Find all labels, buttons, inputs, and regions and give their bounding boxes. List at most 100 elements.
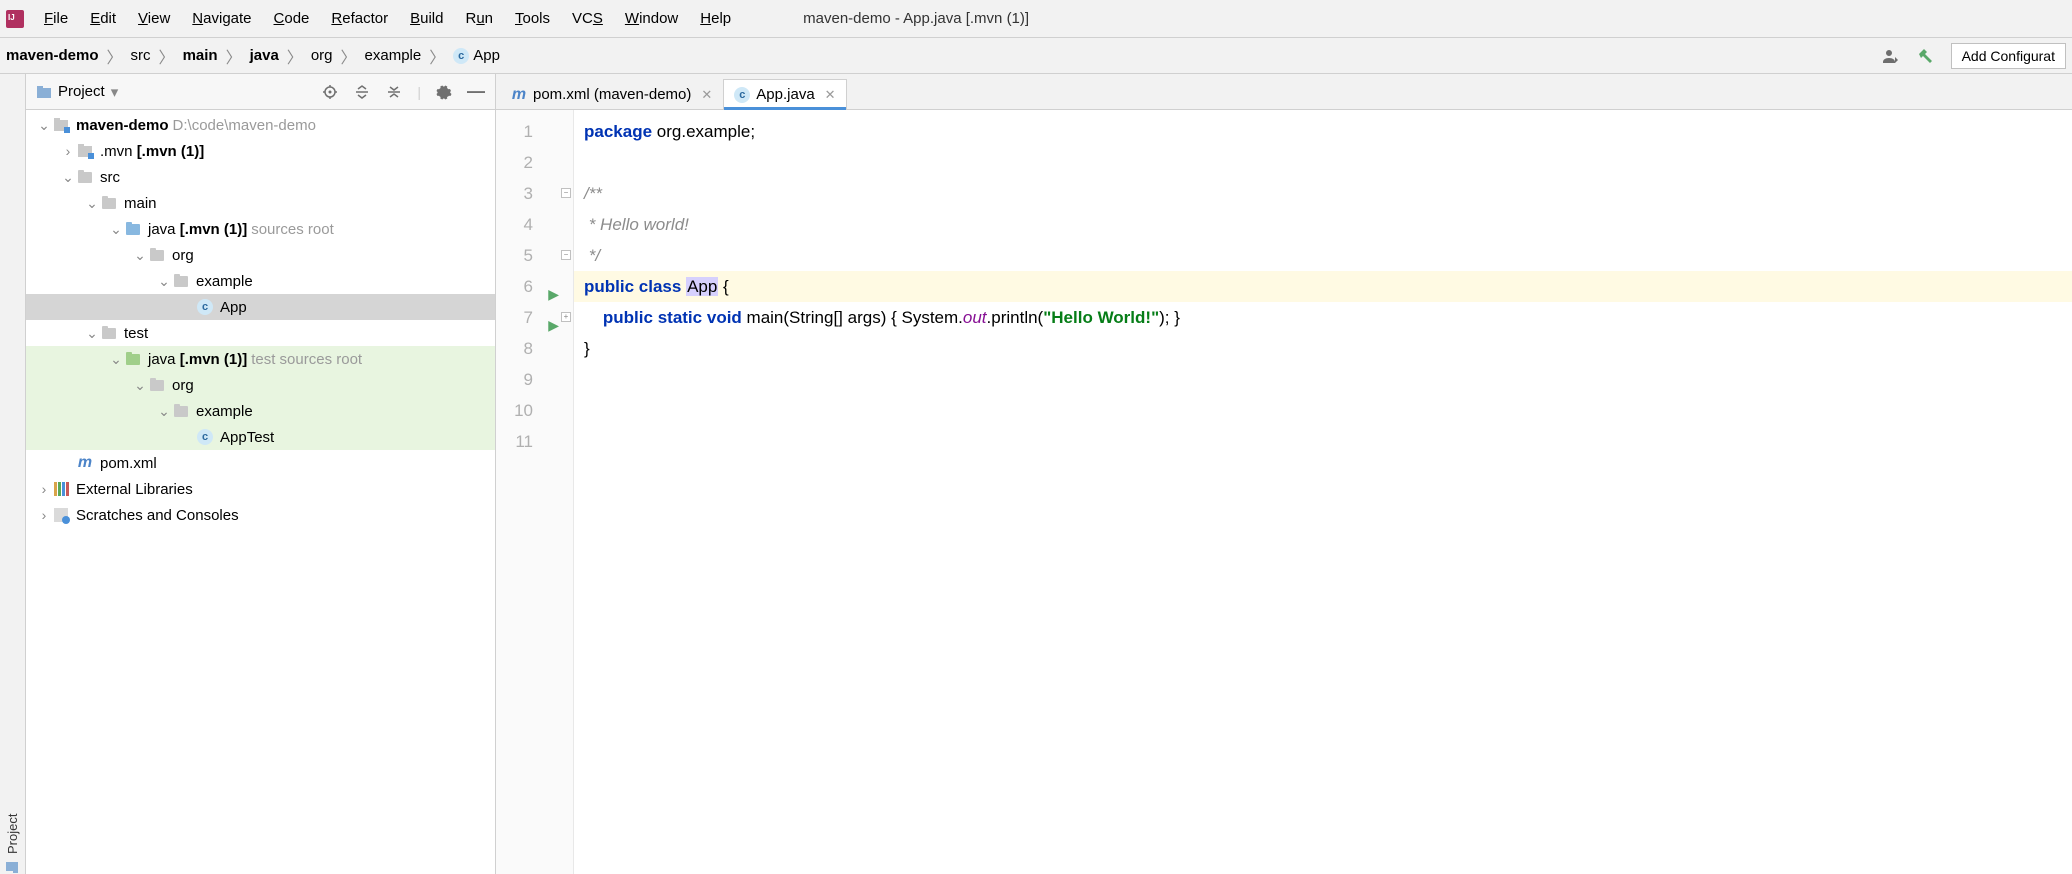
line-number[interactable]: 11 xyxy=(496,426,573,457)
folder-icon xyxy=(150,250,164,261)
line-number[interactable]: 3− xyxy=(496,178,573,209)
code-editor[interactable]: 1 2 3− 4 5− 6▶ 7▶+ 8 9 10 11 package org… xyxy=(496,110,2072,874)
tree-test[interactable]: ⌄ test xyxy=(26,320,495,346)
menu-bar: File Edit View Navigate Code Refactor Bu… xyxy=(0,0,2072,38)
line-number[interactable]: 8 xyxy=(496,333,573,364)
chevron-down-icon[interactable]: ⌄ xyxy=(156,273,172,290)
line-number[interactable]: 4 xyxy=(496,209,573,240)
breadcrumb-src[interactable]: src xyxy=(131,47,151,64)
expand-all-icon[interactable] xyxy=(353,83,371,101)
breadcrumb-sep: 〉 xyxy=(285,44,305,68)
chevron-down-icon[interactable]: ⌄ xyxy=(108,351,124,368)
project-tool-tab[interactable]: Project xyxy=(5,98,20,874)
code-line[interactable] xyxy=(574,364,2072,395)
menu-file[interactable]: File xyxy=(34,6,78,31)
line-number[interactable]: 1 xyxy=(496,116,573,147)
tree-example-main[interactable]: ⌄ example xyxy=(26,268,495,294)
chevron-down-icon[interactable]: ⌄ xyxy=(36,117,52,134)
tree-src[interactable]: ⌄ src xyxy=(26,164,495,190)
line-number[interactable]: 2 xyxy=(496,147,573,178)
code-line[interactable] xyxy=(574,395,2072,426)
menu-refactor[interactable]: Refactor xyxy=(321,6,398,31)
class-icon: c xyxy=(197,429,213,445)
chevron-down-icon[interactable]: ⌄ xyxy=(84,195,100,212)
menu-navigate[interactable]: Navigate xyxy=(182,6,261,31)
menu-build[interactable]: Build xyxy=(400,6,453,31)
breadcrumb: maven-demo 〉 src 〉 main 〉 java 〉 org 〉 e… xyxy=(6,44,500,68)
tree-org-main[interactable]: ⌄ org xyxy=(26,242,495,268)
breadcrumb-root[interactable]: maven-demo xyxy=(6,47,99,64)
breadcrumb-org[interactable]: org xyxy=(311,47,333,64)
code-line[interactable]: * Hello world! xyxy=(574,209,2072,240)
menu-code[interactable]: Code xyxy=(264,6,320,31)
code-line[interactable]: } xyxy=(574,333,2072,364)
menu-vcs[interactable]: VCS xyxy=(562,6,613,31)
menu-tools[interactable]: Tools xyxy=(505,6,560,31)
code-line[interactable]: */ xyxy=(574,240,2072,271)
code-content[interactable]: package org.example; /** * Hello world! … xyxy=(574,110,2072,874)
menu-run[interactable]: Run xyxy=(455,6,503,31)
tree-java-main[interactable]: ⌄ java [.mvn (1)]sources root xyxy=(26,216,495,242)
tab-app[interactable]: c App.java ✕ xyxy=(723,79,846,109)
user-icon[interactable] xyxy=(1879,45,1901,67)
chevron-down-icon[interactable]: ⌄ xyxy=(132,377,148,394)
breadcrumb-example[interactable]: example xyxy=(365,47,422,64)
settings-gear-icon[interactable] xyxy=(435,83,453,101)
code-line[interactable]: public class App { xyxy=(574,271,2072,302)
build-hammer-icon[interactable] xyxy=(1915,45,1937,67)
chevron-down-icon[interactable]: ⌄ xyxy=(84,325,100,342)
chevron-right-icon[interactable]: › xyxy=(36,481,52,497)
add-configuration-button[interactable]: Add Configurat xyxy=(1951,43,2066,69)
fold-icon[interactable]: + xyxy=(561,312,571,322)
tree-external-libraries[interactable]: › External Libraries xyxy=(26,476,495,502)
line-number[interactable]: 9 xyxy=(496,364,573,395)
tree-apptest[interactable]: c AppTest xyxy=(26,424,495,450)
tree-main[interactable]: ⌄ main xyxy=(26,190,495,216)
code-line[interactable]: package org.example; xyxy=(574,116,2072,147)
tab-pom[interactable]: m pom.xml (maven-demo) ✕ xyxy=(500,79,723,109)
tree-app-label: App xyxy=(220,299,247,316)
code-line[interactable]: public static void main(String[] args) {… xyxy=(574,302,2072,333)
tree-org-test[interactable]: ⌄ org xyxy=(26,372,495,398)
tree-example-test[interactable]: ⌄ example xyxy=(26,398,495,424)
editor-area: m pom.xml (maven-demo) ✕ c App.java ✕ 1 … xyxy=(496,74,2072,874)
chevron-down-icon[interactable]: ⌄ xyxy=(108,221,124,238)
close-tab-icon[interactable]: ✕ xyxy=(825,87,836,103)
tree-scratches[interactable]: › Scratches and Consoles xyxy=(26,502,495,528)
code-line[interactable] xyxy=(574,147,2072,178)
tree-mvn[interactable]: › .mvn [.mvn (1)] xyxy=(26,138,495,164)
locate-icon[interactable] xyxy=(321,83,339,101)
menu-view[interactable]: View xyxy=(128,6,180,31)
hide-panel-icon[interactable]: — xyxy=(467,83,485,101)
breadcrumb-java[interactable]: java xyxy=(250,47,279,64)
project-view-icon xyxy=(36,85,52,99)
fold-icon[interactable]: − xyxy=(561,250,571,260)
line-number[interactable]: 10 xyxy=(496,395,573,426)
menu-help[interactable]: Help xyxy=(690,6,741,31)
code-line[interactable]: /** xyxy=(574,178,2072,209)
line-number[interactable]: 6▶ xyxy=(496,271,573,302)
breadcrumb-sep: 〉 xyxy=(339,44,359,68)
menu-edit[interactable]: Edit xyxy=(80,6,126,31)
collapse-all-icon[interactable] xyxy=(385,83,403,101)
chevron-down-icon[interactable]: ⌄ xyxy=(60,169,76,186)
breadcrumb-main[interactable]: main xyxy=(183,47,218,64)
line-number[interactable]: 5− xyxy=(496,240,573,271)
chevron-down-icon[interactable]: ⌄ xyxy=(156,403,172,420)
chevron-right-icon[interactable]: › xyxy=(36,507,52,523)
tree-java-test[interactable]: ⌄ java [.mvn (1)]test sources root xyxy=(26,346,495,372)
tree-root[interactable]: ⌄ maven-demoD:\code\maven-demo xyxy=(26,112,495,138)
close-tab-icon[interactable]: ✕ xyxy=(701,87,712,103)
menu-window[interactable]: Window xyxy=(615,6,688,31)
test-sources-folder-icon xyxy=(126,354,140,365)
chevron-right-icon[interactable]: › xyxy=(60,143,76,159)
tree-pom[interactable]: m pom.xml xyxy=(26,450,495,476)
breadcrumb-app[interactable]: c App xyxy=(453,47,500,64)
line-number[interactable]: 7▶+ xyxy=(496,302,573,333)
chevron-down-icon[interactable]: ⌄ xyxy=(132,247,148,264)
code-line[interactable] xyxy=(574,426,2072,457)
panel-dropdown-icon[interactable]: ▾ xyxy=(111,83,119,101)
tree-pom-label: pom.xml xyxy=(100,455,157,472)
fold-icon[interactable]: − xyxy=(561,188,571,198)
tree-app[interactable]: c App xyxy=(26,294,495,320)
